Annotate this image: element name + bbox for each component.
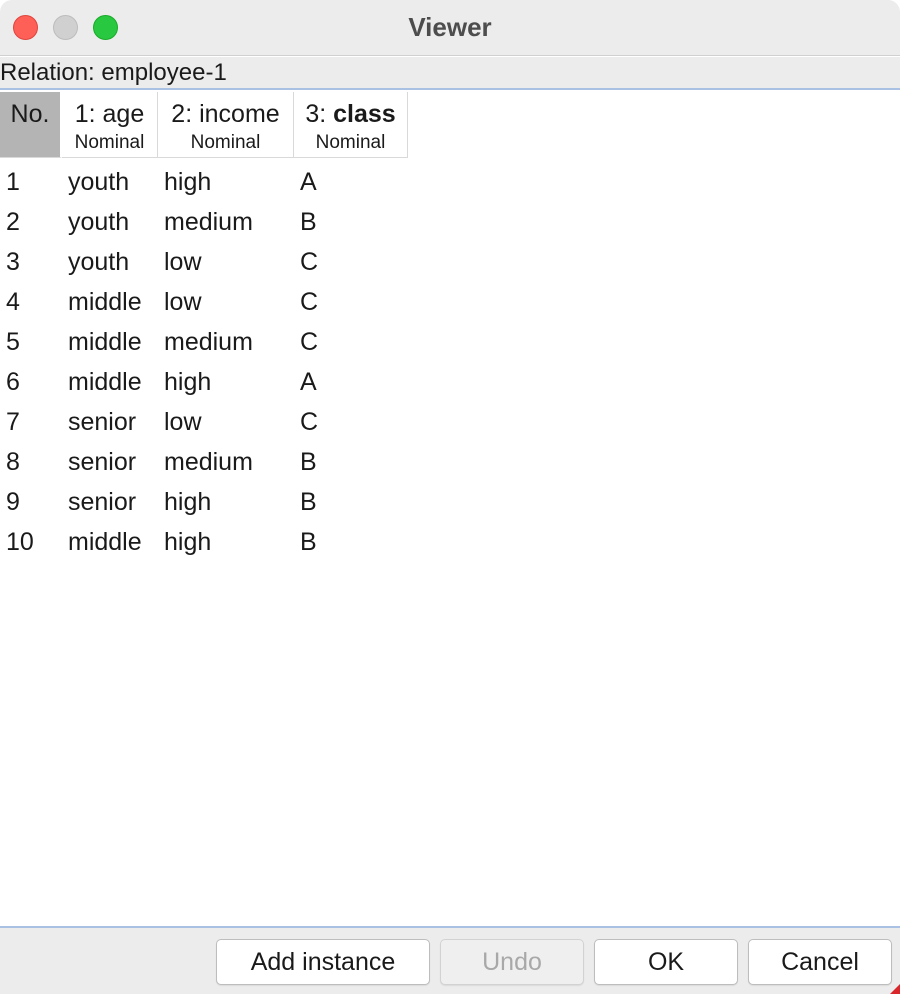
cell-class[interactable]: B [300,482,317,522]
table-row[interactable]: 4 middle low C [0,282,410,322]
add-instance-button[interactable]: Add instance [216,939,430,985]
cell-income[interactable]: low [164,242,202,282]
table-row[interactable]: 5 middle medium C [0,322,410,362]
resize-corner[interactable] [890,984,900,994]
button-bar: Add instance Undo OK Cancel [0,926,900,994]
cell-income[interactable]: high [164,362,211,402]
cell-row-number[interactable]: 9 [6,482,20,522]
cell-income[interactable]: low [164,282,202,322]
table-row[interactable]: 10 middle high B [0,522,410,562]
cell-row-number[interactable]: 3 [6,242,20,282]
cell-age[interactable]: youth [68,242,129,282]
cell-income[interactable]: low [164,402,202,442]
table-row[interactable]: 3 youth low C [0,242,410,282]
cell-age[interactable]: middle [68,282,142,322]
column-header-class-type: Nominal [315,132,386,153]
cell-age[interactable]: middle [68,322,142,362]
column-header-age-type: Nominal [74,132,145,153]
cell-income[interactable]: medium [164,322,253,362]
cell-income[interactable]: medium [164,202,253,242]
cell-age[interactable]: senior [68,402,136,442]
window-title: Viewer [408,12,492,42]
cell-class[interactable]: A [300,362,317,402]
cell-row-number[interactable]: 5 [6,322,20,362]
viewer-window: Viewer Relation: employee-1 No. 1: age N… [0,0,900,994]
cell-income[interactable]: medium [164,442,253,482]
column-header-age-label: 1: age [74,100,145,128]
column-header-income-type: Nominal [190,132,261,153]
cell-age[interactable]: senior [68,482,136,522]
cell-class[interactable]: C [300,322,318,362]
data-table[interactable]: No. 1: age Nominal 2: income Nominal 3: … [0,92,900,926]
cell-class[interactable]: C [300,402,318,442]
cell-class[interactable]: C [300,242,318,282]
cell-row-number[interactable]: 1 [6,162,20,202]
table-row[interactable]: 7 senior low C [0,402,410,442]
cell-income[interactable]: high [164,522,211,562]
cell-row-number[interactable]: 2 [6,202,20,242]
column-header-class[interactable]: 3: class Nominal [294,92,408,158]
cell-class[interactable]: B [300,442,317,482]
cell-class[interactable]: A [300,162,317,202]
cell-income[interactable]: high [164,162,211,202]
cell-class[interactable]: C [300,282,318,322]
cell-age[interactable]: youth [68,162,129,202]
column-header-no-label: No. [10,100,50,128]
undo-button[interactable]: Undo [440,939,584,985]
column-header-no[interactable]: No. [0,92,62,158]
cell-row-number[interactable]: 4 [6,282,20,322]
cell-income[interactable]: high [164,482,211,522]
relation-label: Relation: employee-1 [0,57,900,90]
cell-age[interactable]: middle [68,362,142,402]
cell-row-number[interactable]: 6 [6,362,20,402]
ok-button[interactable]: OK [594,939,738,985]
cell-age[interactable]: middle [68,522,142,562]
column-header-age[interactable]: 1: age Nominal [62,92,158,158]
column-header-class-label: 3: class [305,100,396,128]
column-header-income[interactable]: 2: income Nominal [158,92,294,158]
table-row[interactable]: 1 youth high A [0,162,410,202]
table-row[interactable]: 2 youth medium B [0,202,410,242]
title-bar[interactable]: Viewer [0,0,900,56]
table-row[interactable]: 9 senior high B [0,482,410,522]
cancel-button[interactable]: Cancel [748,939,892,985]
cell-age[interactable]: youth [68,202,129,242]
cell-class[interactable]: B [300,202,317,242]
cell-row-number[interactable]: 8 [6,442,20,482]
cell-row-number[interactable]: 10 [6,522,34,562]
cell-row-number[interactable]: 7 [6,402,20,442]
table-row[interactable]: 6 middle high A [0,362,410,402]
cell-class[interactable]: B [300,522,317,562]
column-header-income-label: 2: income [171,100,280,128]
table-row[interactable]: 8 senior medium B [0,442,410,482]
cell-age[interactable]: senior [68,442,136,482]
